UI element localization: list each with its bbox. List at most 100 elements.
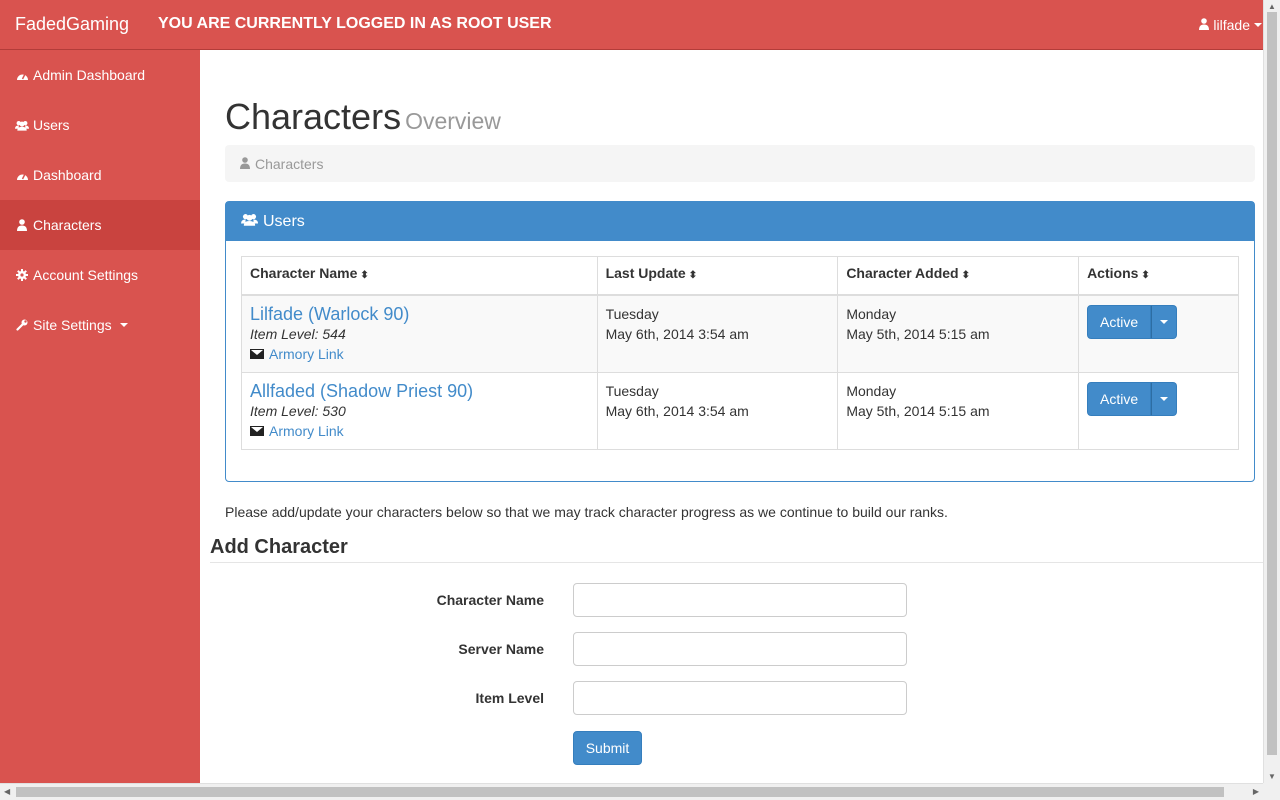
armory-link[interactable]: Armory Link <box>250 421 589 441</box>
instructions-text: Please add/update your characters below … <box>225 504 948 520</box>
panel-heading: Users <box>226 202 1254 241</box>
last-update-date: May 6th, 2014 3:54 am <box>605 402 749 419</box>
item-level-label: Item Level: <box>250 402 319 419</box>
submit-button[interactable]: Submit <box>573 731 642 765</box>
panel-title: Users <box>263 212 305 230</box>
last-update-cell: Tuesday May 6th, 2014 3:54 am <box>596 371 839 450</box>
scroll-down-icon[interactable]: ▼ <box>1268 772 1276 781</box>
character-name-input[interactable] <box>573 583 907 617</box>
form-row-server-name: Server Name <box>200 632 1264 666</box>
sort-icon: ⬍ <box>961 270 970 281</box>
armory-link[interactable]: Armory Link <box>250 344 589 364</box>
item-level-label: Item Level: <box>250 325 319 342</box>
form-row-item-level: Item Level <box>200 681 1264 715</box>
envelope-icon <box>250 425 264 436</box>
vertical-scrollbar[interactable]: ▲ ▼ <box>1263 0 1280 783</box>
column-label: Character Name <box>250 265 358 281</box>
sidebar-item-label: Dashboard <box>33 167 102 183</box>
user-menu[interactable]: lilfade <box>1199 17 1262 33</box>
dashboard-icon <box>15 170 29 181</box>
gear-icon <box>15 269 29 281</box>
root-user-notice: YOU ARE CURRENTLY LOGGED IN AS ROOT USER <box>158 15 552 32</box>
server-name-input[interactable] <box>573 632 907 666</box>
users-icon <box>15 120 29 131</box>
armory-link-label: Armory Link <box>269 422 344 439</box>
dashboard-icon <box>15 70 29 81</box>
last-update-date: May 6th, 2014 3:54 am <box>605 325 749 342</box>
item-level-value: 544 <box>322 325 346 342</box>
status-dropdown-toggle[interactable] <box>1151 381 1178 416</box>
breadcrumb-item: Characters <box>255 155 324 172</box>
chevron-down-icon <box>119 323 128 327</box>
active-button[interactable]: Active <box>1087 381 1152 416</box>
scroll-right-icon[interactable]: ▶ <box>1253 787 1259 796</box>
armory-link-label: Armory Link <box>269 345 344 362</box>
character-name-link[interactable]: Allfaded (Shadow Priest 90) <box>250 381 589 401</box>
user-menu-label: lilfade <box>1213 17 1250 33</box>
sidebar-item-characters[interactable]: Characters <box>0 200 200 250</box>
sidebar-item-dashboard[interactable]: Dashboard <box>0 150 200 200</box>
column-header-character-added[interactable]: Character Added ⬍ <box>837 256 1080 296</box>
character-name-link[interactable]: Lilfade (Warlock 90) <box>250 304 589 324</box>
actions-cell: Active <box>1078 294 1239 373</box>
scrollbar-thumb[interactable] <box>1267 12 1277 755</box>
wrench-icon <box>15 319 29 331</box>
scroll-up-icon[interactable]: ▲ <box>1268 2 1276 11</box>
scrollbar-thumb[interactable] <box>16 787 1224 797</box>
user-icon <box>1199 17 1210 33</box>
table-row: Lilfade (Warlock 90) Item Level: 544 Arm… <box>241 294 1239 373</box>
last-update-cell: Tuesday May 6th, 2014 3:54 am <box>596 294 839 373</box>
users-icon <box>241 213 258 231</box>
last-update-day: Tuesday <box>605 382 659 399</box>
column-header-last-update[interactable]: Last Update ⬍ <box>596 256 839 296</box>
column-label: Actions <box>1087 265 1139 281</box>
item-level-label: Item Level <box>475 690 544 706</box>
top-navbar: FadedGaming YOU ARE CURRENTLY LOGGED IN … <box>0 0 1264 50</box>
item-level: Item Level: 544 <box>250 324 589 344</box>
horizontal-scrollbar[interactable]: ◀ ▶ <box>0 783 1263 800</box>
character-cell: Allfaded (Shadow Priest 90) Item Level: … <box>241 371 598 450</box>
sort-icon: ⬍ <box>688 270 698 281</box>
scroll-left-icon[interactable]: ◀ <box>4 787 10 796</box>
sidebar-item-account-settings[interactable]: Account Settings <box>0 250 200 300</box>
column-header-character-name[interactable]: Character Name ⬍ <box>241 256 598 296</box>
status-button-group: Active <box>1087 304 1178 339</box>
sidebar-item-admin-dashboard[interactable]: Admin Dashboard <box>0 50 200 100</box>
page-subtitle: Overview <box>405 108 501 134</box>
add-character-title: Add Character <box>210 536 348 558</box>
sidebar-item-label: Characters <box>33 217 102 233</box>
item-level-value: 530 <box>322 402 346 419</box>
user-icon <box>15 219 29 231</box>
added-date: May 5th, 2014 5:15 am <box>846 325 990 342</box>
item-level-input[interactable] <box>573 681 907 715</box>
column-label: Last Update <box>605 265 686 281</box>
added-day: Monday <box>846 305 897 322</box>
sidebar-item-label: Account Settings <box>33 267 139 283</box>
active-button[interactable]: Active <box>1087 304 1152 339</box>
sidebar-item-users[interactable]: Users <box>0 100 200 150</box>
added-cell: Monday May 5th, 2014 5:15 am <box>837 371 1080 450</box>
character-name-label: Character Name <box>436 592 544 608</box>
sort-icon: ⬍ <box>1141 270 1150 281</box>
chevron-down-icon <box>1160 396 1169 401</box>
sidebar-item-label: Admin Dashboard <box>33 67 146 83</box>
added-date: May 5th, 2014 5:15 am <box>846 402 990 419</box>
user-icon <box>240 156 250 172</box>
form-row-character-name: Character Name <box>200 583 1264 617</box>
sort-icon: ⬍ <box>360 270 369 281</box>
server-name-label: Server Name <box>458 641 544 657</box>
page-title: Characters Overview <box>225 96 501 138</box>
sidebar-item-site-settings[interactable]: Site Settings <box>0 300 200 350</box>
added-cell: Monday May 5th, 2014 5:15 am <box>837 294 1080 373</box>
breadcrumb: Characters <box>225 145 1255 182</box>
chevron-down-icon <box>1254 23 1262 27</box>
added-day: Monday <box>846 382 897 399</box>
actions-cell: Active <box>1078 371 1239 450</box>
column-header-actions[interactable]: Actions ⬍ <box>1078 256 1239 296</box>
sidebar-item-label: Site Settings <box>33 317 112 333</box>
divider <box>210 562 1264 563</box>
character-cell: Lilfade (Warlock 90) Item Level: 544 Arm… <box>241 294 598 373</box>
status-dropdown-toggle[interactable] <box>1151 304 1178 339</box>
brand-link[interactable]: FadedGaming <box>15 14 129 35</box>
column-label: Character Added <box>846 265 959 281</box>
